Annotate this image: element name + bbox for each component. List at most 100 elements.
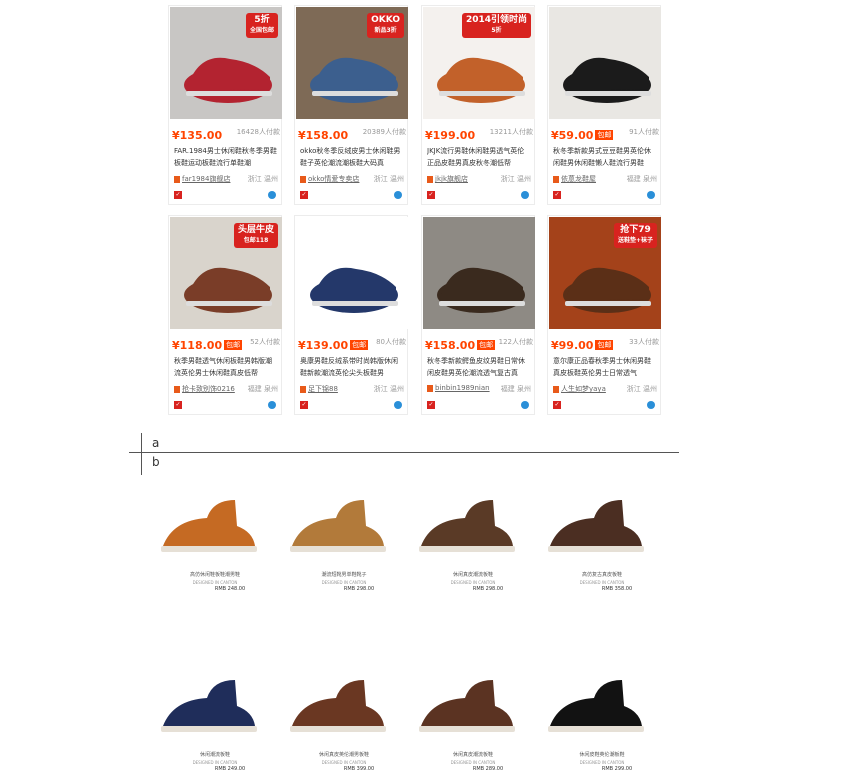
catalog-shoe-image[interactable] [542, 490, 652, 580]
product-card[interactable]: ¥59.00 包邮 91人付款 秋冬季新款男式豆豆鞋男英伦休闲鞋男休闲鞋懒人鞋流行… [547, 5, 661, 205]
tmall-icon[interactable]: ✓ [553, 191, 561, 199]
product-card[interactable]: 头层牛皮 包邮118 ¥118.00 包邮 52人付款 秋季男鞋透气休闲板鞋男韩版潮… [168, 215, 282, 415]
catalog-shoe-image[interactable] [413, 490, 523, 580]
shop-name-link[interactable]: 抢卡致别饰0216 [182, 385, 235, 393]
shop-icon [300, 175, 306, 183]
product-title[interactable]: 奥康男鞋反绒系带时尚韩版休闲鞋新款潮流英伦尖头板鞋男 [300, 355, 404, 379]
catalog-price: RMB 399.00 [343, 766, 375, 772]
product-title[interactable]: FAR.1984男士休闲鞋秋冬季男鞋板鞋运动板鞋流行单鞋潮 [174, 145, 278, 169]
product-image[interactable]: 5折 全国包邮 [170, 7, 282, 119]
wangwang-chat-icon[interactable] [521, 401, 529, 409]
catalog-price: RMB 249.00 [214, 766, 246, 772]
product-image[interactable] [423, 217, 535, 329]
catalog-subtitle: DESIGNED IN CANTON [450, 580, 496, 585]
shop-name-link[interactable]: binbin1989nian [435, 384, 490, 392]
shop-name-link[interactable]: 足下锦88 [308, 385, 338, 393]
catalog-price: RMB 248.00 [214, 586, 246, 592]
wangwang-chat-icon[interactable] [394, 401, 402, 409]
catalog-name[interactable]: 休闲皮鞋英伦潮板鞋 [579, 752, 624, 758]
wangwang-chat-icon[interactable] [647, 401, 655, 409]
price: ¥135.00 [172, 129, 223, 142]
product-title[interactable]: 秋冬季新款鳄鱼皮纹男鞋日常休闲皮鞋男英伦潮流透气复古真 [427, 355, 531, 379]
catalog-name[interactable]: 休闲真皮英伦潮男板鞋 [319, 752, 369, 758]
price: ¥158.00 [298, 129, 349, 142]
price-row: ¥158.00 20389人付款 [298, 124, 406, 142]
tmall-icon[interactable]: ✓ [300, 191, 308, 199]
product-title[interactable]: 意尔康正品春秋季男士休闲男鞋真皮板鞋英伦男士日常透气 [553, 355, 657, 379]
wangwang-chat-icon[interactable] [268, 191, 276, 199]
product-title[interactable]: 秋冬季新款男式豆豆鞋男英伦休闲鞋男休闲鞋懒人鞋流行男鞋 [553, 145, 657, 169]
free-shipping-badge: 包邮 [350, 339, 369, 350]
promo-overlay: 2014引领时尚 5折 [461, 13, 531, 38]
shop-name-link[interactable]: 依蒽龙鞋屋 [561, 175, 596, 183]
product-card[interactable]: ¥158.00 包邮 122人付款 秋冬季新款鳄鱼皮纹男鞋日常休闲皮鞋男英伦潮流透… [421, 215, 535, 415]
product-card[interactable]: 2014引领时尚 5折 ¥199.00 13211人付款 JKJK流行男鞋休闲鞋男… [421, 5, 535, 205]
tmall-icon[interactable]: ✓ [300, 401, 308, 409]
sold-count: 13211人付款 [489, 128, 533, 136]
product-image[interactable]: 2014引领时尚 5折 [423, 7, 535, 119]
tmall-icon[interactable]: ✓ [174, 191, 182, 199]
catalog-shoe-image[interactable] [542, 670, 652, 760]
catalog-shoe-image[interactable] [284, 490, 394, 580]
wangwang-chat-icon[interactable] [521, 191, 529, 199]
wangwang-chat-icon[interactable] [647, 191, 655, 199]
catalog-shoe-image[interactable] [413, 670, 523, 760]
tmall-icon[interactable]: ✓ [174, 401, 182, 409]
product-title[interactable]: JKJK流行男鞋休闲鞋男透气英伦正品皮鞋男真皮秋冬潮低帮 [427, 145, 531, 169]
shop-row: far1984旗舰店 浙江 温州 [174, 174, 278, 184]
catalog-subtitle: DESIGNED IN CANTON [579, 580, 625, 585]
catalog-price: RMB 358.00 [601, 586, 633, 592]
wangwang-chat-icon[interactable] [268, 401, 276, 409]
price-row: ¥135.00 16428人付款 [172, 124, 280, 142]
product-image[interactable]: 抢下79 送鞋垫+袜子 [549, 217, 661, 329]
service-icons: ✓ [427, 401, 531, 411]
promo-overlay: 头层牛皮 包邮118 [233, 223, 278, 248]
catalog-name[interactable]: 潮流短靴男单鞋靴子 [321, 572, 366, 578]
catalog-name[interactable]: 高仿休闲鞋板鞋潮男鞋 [190, 572, 240, 578]
service-icons: ✓ [553, 401, 657, 411]
shop-name-link[interactable]: jkjk旗舰店 [435, 175, 468, 183]
service-icons: ✓ [553, 191, 657, 201]
product-image[interactable] [296, 217, 408, 329]
product-image[interactable] [549, 7, 661, 119]
free-shipping-badge: 包邮 [595, 339, 614, 350]
tmall-icon[interactable]: ✓ [427, 401, 435, 409]
product-card[interactable]: ¥139.00 包邮 80人付款 奥康男鞋反绒系带时尚韩版休闲鞋新款潮流英伦尖头板… [294, 215, 408, 415]
tmall-icon[interactable]: ✓ [427, 191, 435, 199]
catalog-name[interactable]: 休闲潮流板鞋 [200, 752, 230, 758]
shop-name-link[interactable]: 人生如梦yaya [561, 385, 606, 393]
shop-icon [553, 175, 559, 183]
product-card[interactable]: OKKO 新品3折 ¥158.00 20389人付款 okko秋冬季反绒皮男士休闲… [294, 5, 408, 205]
sold-count: 80人付款 [376, 338, 406, 346]
product-image[interactable]: 头层牛皮 包邮118 [170, 217, 282, 329]
shoe-image [310, 267, 398, 313]
service-icons: ✓ [300, 401, 404, 411]
catalog-name[interactable]: 休闲真皮潮流板鞋 [453, 752, 493, 758]
product-title[interactable]: okko秋冬季反绒皮男士休闲鞋男鞋子英伦潮流潮板鞋大码真 [300, 145, 404, 169]
catalog-price: RMB 298.00 [343, 586, 375, 592]
shop-name-link[interactable]: okko情爱专卖店 [308, 175, 359, 183]
price: ¥158.00 [425, 339, 476, 352]
shop-name-link[interactable]: far1984旗舰店 [182, 175, 230, 183]
location: 福建 泉州 [247, 385, 278, 393]
sold-count: 91人付款 [629, 128, 659, 136]
catalog-shoe-image[interactable] [155, 670, 265, 760]
catalog-subtitle: DESIGNED IN CANTON [579, 760, 625, 765]
product-title[interactable]: 秋季男鞋透气休闲板鞋男韩版潮流英伦男士休闲鞋真皮低帮 [174, 355, 278, 379]
catalog-caption: 休闲真皮英伦潮男板鞋 DESIGNED IN CANTON RMB 399.00 [289, 752, 399, 773]
product-card[interactable]: 抢下79 送鞋垫+袜子 ¥99.00 包邮 33人付款 意尔康正品春秋季男士休闲男鞋… [547, 215, 661, 415]
catalog-name[interactable]: 休闲真皮潮流板鞋 [453, 572, 493, 578]
wangwang-chat-icon[interactable] [394, 191, 402, 199]
section-divider-vertical [141, 433, 142, 475]
product-card[interactable]: 5折 全国包邮 ¥135.00 16428人付款 FAR.1984男士休闲鞋秋冬季… [168, 5, 282, 205]
catalog-name[interactable]: 高仿复古真皮板鞋 [582, 572, 622, 578]
catalog-subtitle: DESIGNED IN CANTON [192, 580, 238, 585]
catalog-shoe-image[interactable] [284, 670, 394, 760]
price: ¥139.00 [298, 339, 349, 352]
product-image[interactable]: OKKO 新品3折 [296, 7, 408, 119]
price: ¥199.00 [425, 129, 476, 142]
catalog-shoe-image[interactable] [155, 490, 265, 580]
location: 浙江 温州 [373, 385, 404, 393]
tmall-icon[interactable]: ✓ [553, 401, 561, 409]
price-row: ¥199.00 13211人付款 [425, 124, 533, 142]
